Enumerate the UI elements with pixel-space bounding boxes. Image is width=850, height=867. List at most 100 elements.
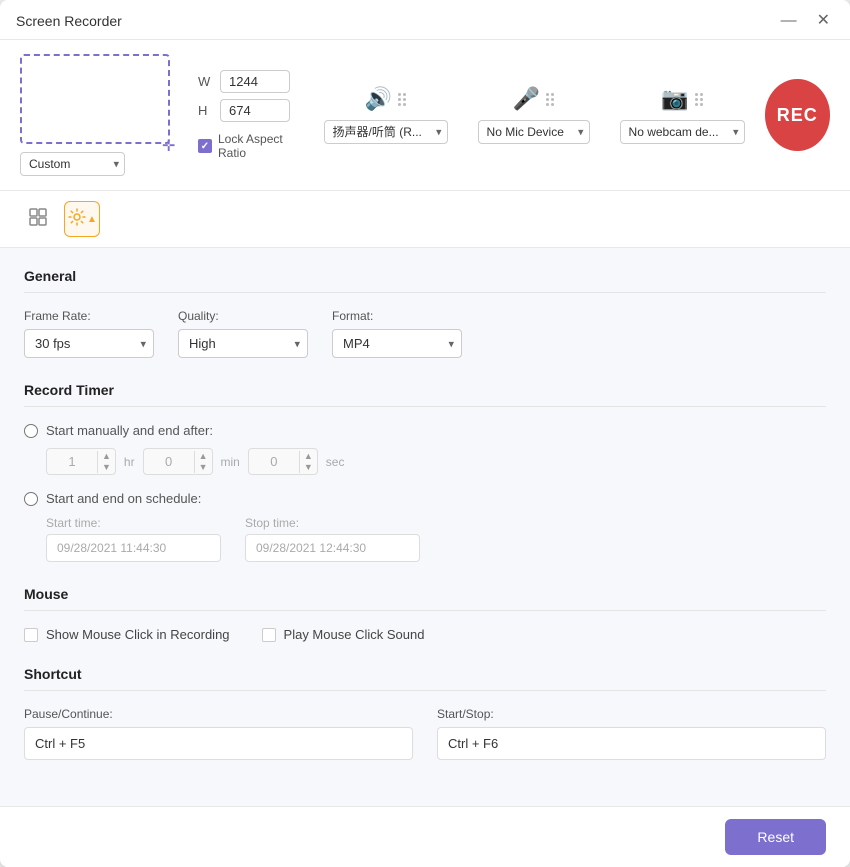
capture-preview[interactable]: ✛ [20,54,170,144]
width-label: W [198,74,214,89]
hr-down-button[interactable]: ▼ [98,462,115,473]
schedule-radio[interactable] [24,492,38,506]
hr-unit: hr [124,455,135,469]
height-input[interactable] [220,99,290,122]
start-time-input[interactable] [46,534,221,562]
play-sound-checkbox[interactable] [262,628,276,642]
webcam-icon-row: 📷 [661,86,702,112]
mic-select-wrapper: No Mic Device [478,120,590,144]
window-controls: — ✕ [777,11,834,31]
general-form-row: Frame Rate: 30 fps 15 fps 20 fps 60 fps … [24,309,826,358]
format-group: Format: MP4 MOV AVI FLV [332,309,462,358]
min-input[interactable] [144,449,194,474]
stop-time-label: Stop time: [245,516,420,530]
shortcut-section: Shortcut Pause/Continue: Start/Stop: [24,666,826,760]
hr-up-button[interactable]: ▲ [98,451,115,462]
speaker-icon: 🔊 [365,86,392,112]
hr-input[interactable] [47,449,97,474]
record-timer-section: Record Timer Start manually and end afte… [24,382,826,562]
stop-time-input[interactable] [245,534,420,562]
sec-up-button[interactable]: ▲ [300,451,317,462]
pause-input[interactable] [24,727,413,760]
reset-button[interactable]: Reset [725,819,826,855]
format-select[interactable]: MP4 MOV AVI FLV [332,329,462,358]
shortcut-row: Pause/Continue: Start/Stop: [24,707,826,760]
lock-ratio-label: Lock Aspect Ratio [218,132,304,160]
schedule-radio-row: Start and end on schedule: [24,491,826,506]
sec-unit: sec [326,455,345,469]
hr-spin: ▲ ▼ [97,451,115,473]
webcam-device: 📷 No webcam de... [620,86,745,144]
capture-mode-select-wrapper: Custom Full Screen Fixed Region [20,152,125,176]
main-content: General Frame Rate: 30 fps 15 fps 20 fps… [0,248,850,806]
lock-ratio-row: Lock Aspect Ratio [198,132,304,160]
top-bar: ✛ Custom Full Screen Fixed Region W H [0,40,850,191]
mouse-options-row: Show Mouse Click in Recording Play Mouse… [24,627,826,642]
show-click-checkbox[interactable] [24,628,38,642]
start-time-group: Start time: [46,516,221,562]
record-timer-title: Record Timer [24,382,826,407]
show-click-label: Show Mouse Click in Recording [46,627,230,642]
webcam-select[interactable]: No webcam de... [620,120,745,144]
capture-mode-select[interactable]: Custom Full Screen Fixed Region [20,152,125,176]
stop-time-group: Stop time: [245,516,420,562]
quality-select-wrap: High Medium Low [178,329,308,358]
webcam-select-wrapper: No webcam de... [620,120,745,144]
schedule-section: Start time: Stop time: [46,516,826,562]
time-inputs-row: ▲ ▼ hr ▲ ▼ min ▲ ▼ [46,448,826,475]
frame-rate-select[interactable]: 30 fps 15 fps 20 fps 60 fps [24,329,154,358]
window-title: Screen Recorder [16,13,122,29]
capture-area: ✛ Custom Full Screen Fixed Region [20,54,170,176]
sec-down-button[interactable]: ▼ [300,462,317,473]
manual-radio[interactable] [24,424,38,438]
mouse-section: Mouse Show Mouse Click in Recording Play… [24,586,826,642]
sec-input[interactable] [249,449,299,474]
play-sound-label: Play Mouse Click Sound [284,627,425,642]
mic-icon: 🎤 [513,86,540,112]
minimize-button[interactable]: — [777,11,801,31]
lock-ratio-checkbox[interactable] [198,139,212,153]
quality-select[interactable]: High Medium Low [178,329,308,358]
rec-button[interactable]: REC [765,79,830,151]
sec-input-wrapper: ▲ ▼ [248,448,318,475]
speaker-device: 🔊 扬声器/听筒 (R... [324,86,448,144]
width-input[interactable] [220,70,290,93]
manual-label: Start manually and end after: [46,423,213,438]
height-row: H [198,99,304,122]
pause-label: Pause/Continue: [24,707,413,721]
speaker-select[interactable]: 扬声器/听筒 (R... [324,120,448,144]
mic-icon-row: 🎤 [513,86,554,112]
settings-button[interactable]: ▲ [64,201,100,237]
hr-input-wrapper: ▲ ▼ [46,448,116,475]
mouse-title: Mouse [24,586,826,611]
format-label: Format: [332,309,462,323]
mic-device: 🎤 No Mic Device [478,86,590,144]
webcam-dots [695,93,703,106]
min-spin: ▲ ▼ [194,451,212,473]
main-window: Screen Recorder — ✕ ✛ Custom Full Screen… [0,0,850,867]
layout-icon [28,207,48,232]
webcam-icon: 📷 [661,86,688,112]
speaker-select-wrapper: 扬声器/听筒 (R... [324,120,448,144]
start-stop-group: Start/Stop: [437,707,826,760]
layout-button[interactable] [20,201,56,237]
start-stop-input[interactable] [437,727,826,760]
quality-group: Quality: High Medium Low [178,309,308,358]
speaker-dots [398,93,406,106]
close-button[interactable]: ✕ [813,11,834,31]
format-select-wrap: MP4 MOV AVI FLV [332,329,462,358]
schedule-time-row: Start time: Stop time: [46,516,826,562]
frame-rate-select-wrap: 30 fps 15 fps 20 fps 60 fps [24,329,154,358]
crosshair-icon: ✛ [162,136,174,148]
min-unit: min [221,455,240,469]
quality-label: Quality: [178,309,308,323]
audio-section: 🔊 扬声器/听筒 (R... 🎤 [324,86,745,144]
min-up-button[interactable]: ▲ [195,451,212,462]
dimensions-section: W H Lock Aspect Ratio [198,70,304,160]
min-down-button[interactable]: ▼ [195,462,212,473]
capture-mode-wrapper: Custom Full Screen Fixed Region [20,152,125,176]
schedule-label: Start and end on schedule: [46,491,201,506]
mic-select[interactable]: No Mic Device [478,120,590,144]
footer: Reset [0,806,850,867]
speaker-icon-row: 🔊 [365,86,406,112]
